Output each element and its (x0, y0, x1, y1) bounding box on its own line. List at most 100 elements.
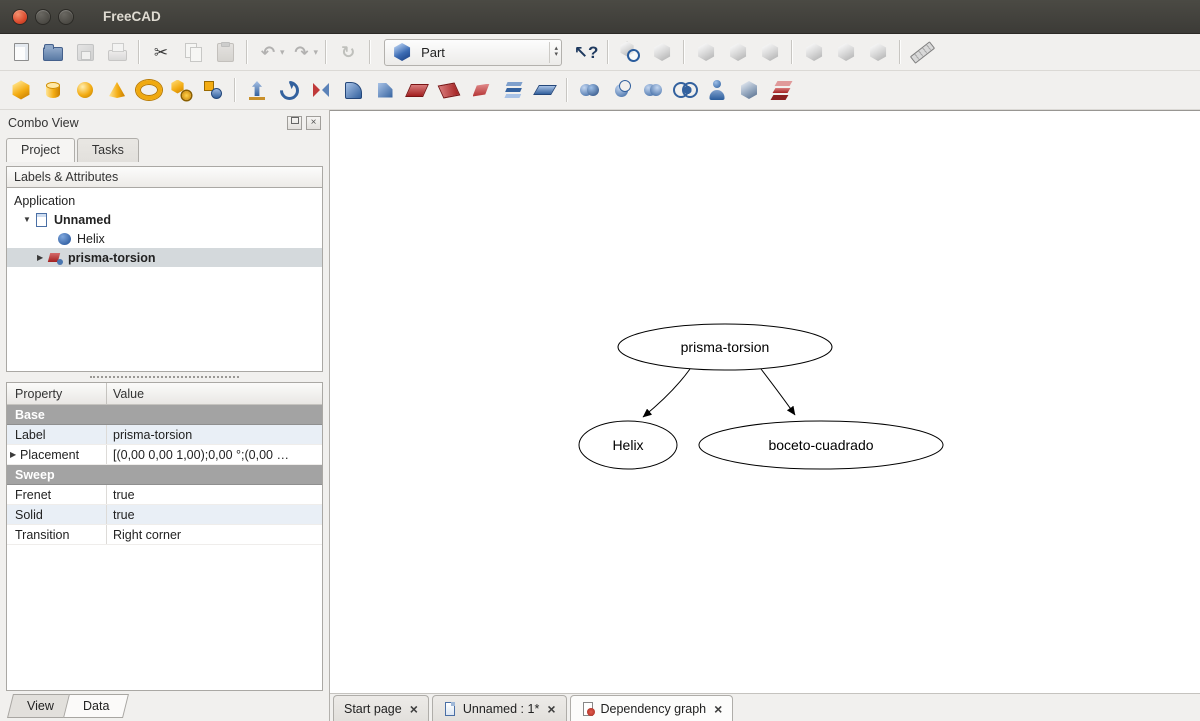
close-tab-icon[interactable]: × (714, 701, 722, 717)
tree-item-unnamed[interactable]: ▼ Unnamed (7, 210, 322, 229)
combo-view-tabs: Project Tasks (0, 135, 329, 162)
tab-unnamed-1[interactable]: Unnamed : 1* × (432, 695, 567, 721)
axonometric-view-button[interactable] (646, 37, 678, 67)
make-face-button[interactable] (401, 75, 433, 105)
whats-this-icon: ↖? (573, 39, 599, 65)
tree-item-helix[interactable]: Helix (7, 229, 322, 248)
float-panel-button[interactable] (287, 116, 302, 130)
property-group-base[interactable]: Base (7, 405, 322, 425)
revolve-button[interactable] (273, 75, 305, 105)
node-label-helix: Helix (612, 437, 643, 453)
measure-distance-icon (909, 39, 935, 65)
print-document-icon (104, 39, 130, 65)
property-row-transition[interactable]: Transition Right corner (7, 525, 322, 545)
refresh-button: ↻ (332, 37, 364, 67)
boolean-union-button[interactable] (637, 75, 669, 105)
measure-distance-button[interactable] (906, 37, 938, 67)
property-value[interactable]: true (107, 485, 322, 504)
create-primitives-button[interactable] (165, 75, 197, 105)
property-value[interactable]: [(0,00 0,00 1,00);0,00 °;(0,00 … (107, 445, 322, 464)
chamfer-button[interactable] (369, 75, 401, 105)
loft-button[interactable] (497, 75, 529, 105)
fit-all-button[interactable] (614, 37, 646, 67)
property-row-placement[interactable]: ▶ Placement [(0,00 0,00 1,00);0,00 °;(0,… (7, 445, 322, 465)
cone-icon (104, 77, 130, 103)
tab-tasks[interactable]: Tasks (77, 138, 139, 162)
sweep-button[interactable] (465, 75, 497, 105)
property-row-frenet[interactable]: Frenet true (7, 485, 322, 505)
toolbar-separator (234, 78, 236, 102)
check-geometry-button[interactable] (701, 75, 733, 105)
property-name: Transition (7, 525, 107, 544)
cross-sections-button[interactable] (765, 75, 797, 105)
tree-item-application[interactable]: Application (7, 191, 322, 210)
mirror-button[interactable] (305, 75, 337, 105)
defeaturing-button[interactable] (733, 75, 765, 105)
fillet-button[interactable] (337, 75, 369, 105)
property-group-sweep[interactable]: Sweep (7, 465, 322, 485)
workbench-selector[interactable]: Part ▴ ▾ (384, 39, 562, 66)
section-button[interactable] (529, 75, 561, 105)
property-editor: Property Value Base Label prisma-torsion… (6, 382, 323, 691)
property-value[interactable]: true (107, 505, 322, 524)
shape-builder-icon (200, 77, 226, 103)
document-tabs: Start page × Unnamed : 1* × Dependency g… (330, 693, 1200, 721)
property-value[interactable]: Right corner (107, 525, 322, 544)
rear-view-button[interactable] (798, 37, 830, 67)
tab-view-label: View (27, 699, 54, 713)
group-label: Base (15, 408, 45, 422)
property-table-header: Property Value (7, 383, 322, 405)
cut-button[interactable]: ✂ (145, 37, 177, 67)
tab-dependency-graph[interactable]: Dependency graph × (570, 695, 734, 721)
toolbar-separator (325, 40, 327, 64)
shape-builder-button[interactable] (197, 75, 229, 105)
combo-view-title: Combo View (8, 116, 79, 130)
boolean-button[interactable] (573, 75, 605, 105)
property-name: Label (7, 425, 107, 444)
maximize-window-button[interactable] (58, 9, 74, 25)
workbench-selected-label: Part (421, 45, 548, 60)
property-row-label[interactable]: Label prisma-torsion (7, 425, 322, 445)
box-button[interactable] (5, 75, 37, 105)
close-window-button[interactable] (12, 9, 28, 25)
close-tab-icon[interactable]: × (547, 701, 555, 717)
new-document-button[interactable] (5, 37, 37, 67)
tab-data[interactable]: Data (63, 694, 129, 718)
property-value[interactable]: prisma-torsion (107, 425, 322, 444)
tree-item-prisma-torsion[interactable]: ▶ prisma-torsion (7, 248, 322, 267)
left-view-button[interactable] (862, 37, 894, 67)
boolean-intersection-button[interactable] (669, 75, 701, 105)
open-document-button[interactable] (37, 37, 69, 67)
tab-start-page[interactable]: Start page × (333, 695, 429, 721)
cone-button[interactable] (101, 75, 133, 105)
property-row-solid[interactable]: Solid true (7, 505, 322, 525)
tree-item-label: prisma-torsion (68, 251, 156, 265)
right-view-button[interactable] (754, 37, 786, 67)
expand-caret-icon[interactable]: ▶ (10, 450, 20, 459)
chamfer-icon (372, 77, 398, 103)
ruled-surface-button[interactable] (433, 75, 465, 105)
boolean-icon (576, 77, 602, 103)
cylinder-button[interactable] (37, 75, 69, 105)
collapse-caret-icon[interactable]: ▼ (23, 215, 34, 224)
whats-this-button[interactable]: ↖? (570, 37, 602, 67)
close-tab-icon[interactable]: × (410, 701, 418, 717)
bottom-view-button[interactable] (830, 37, 862, 67)
workbench-spinner[interactable]: ▴ ▾ (549, 42, 559, 63)
torus-button[interactable] (133, 75, 165, 105)
torus-icon (136, 77, 162, 103)
panel-splitter[interactable] (0, 372, 329, 382)
top-view-button[interactable] (722, 37, 754, 67)
minimize-window-button[interactable] (35, 9, 51, 25)
extrude-button[interactable] (241, 75, 273, 105)
sphere-button[interactable] (69, 75, 101, 105)
helix-icon (57, 232, 72, 246)
toolbar-separator (791, 40, 793, 64)
boolean-cut-button[interactable] (605, 75, 637, 105)
tab-label: Unnamed : 1* (463, 702, 539, 716)
front-view-button[interactable] (690, 37, 722, 67)
close-panel-button[interactable]: × (306, 116, 321, 130)
dock-buttons: × (287, 116, 321, 130)
expand-caret-icon[interactable]: ▶ (37, 253, 48, 262)
tab-project[interactable]: Project (6, 138, 75, 162)
